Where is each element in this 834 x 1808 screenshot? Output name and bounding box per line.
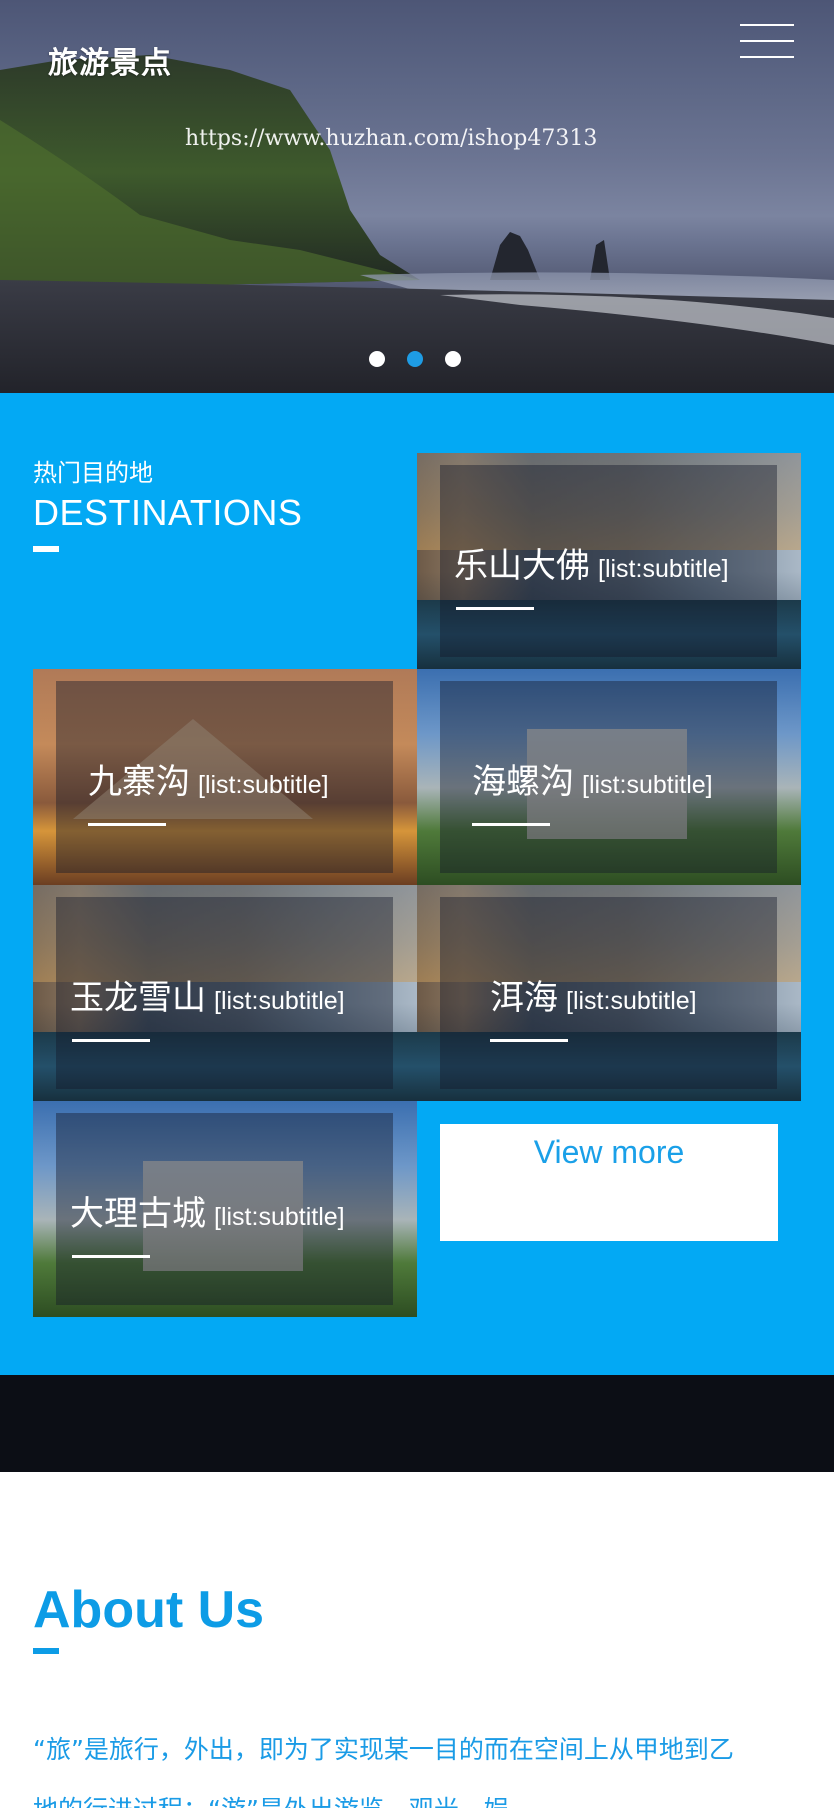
dark-divider-band	[0, 1375, 834, 1472]
carousel-dot-1[interactable]	[369, 351, 385, 367]
destinations-heading: 热门目的地 DESTINATIONS	[33, 453, 302, 552]
card-subtitle: [list:subtitle]	[582, 771, 713, 799]
destinations-title-cn: 热门目的地	[33, 459, 153, 487]
card-title: 大理古城	[70, 1194, 206, 1234]
card-title: 海螺沟	[472, 762, 574, 802]
card-subtitle: [list:subtitle]	[214, 987, 345, 1015]
menu-line	[740, 56, 794, 58]
card-title: 九寨沟	[88, 762, 190, 802]
destination-card[interactable]: 大理古城 [list:subtitle]	[33, 1101, 417, 1317]
carousel-dot-2[interactable]	[407, 351, 423, 367]
view-more-button[interactable]: View more	[440, 1124, 778, 1241]
carousel-dot-3[interactable]	[445, 351, 461, 367]
destination-card[interactable]: 九寨沟 [list:subtitle]	[33, 669, 417, 885]
card-underline	[472, 823, 550, 826]
card-caption: 海螺沟 [list:subtitle]	[472, 754, 713, 803]
card-caption: 大理古城 [list:subtitle]	[70, 1186, 345, 1235]
card-subtitle: [list:subtitle]	[598, 555, 729, 583]
card-underline	[72, 1039, 150, 1042]
card-caption: 九寨沟 [list:subtitle]	[88, 754, 329, 803]
card-subtitle: [list:subtitle]	[566, 987, 697, 1015]
destination-card[interactable]: 海螺沟 [list:subtitle]	[417, 669, 801, 885]
card-underline	[72, 1255, 150, 1258]
card-caption: 玉龙雪山 [list:subtitle]	[70, 970, 345, 1019]
destinations-title-en: DESTINATIONS	[33, 492, 303, 533]
site-logo[interactable]: 旅游景点	[48, 38, 172, 82]
destinations-section: 热门目的地 DESTINATIONS 乐山大佛 [list:subtitle] 九…	[0, 393, 834, 1375]
heading-underline	[33, 546, 59, 552]
card-underline	[490, 1039, 568, 1042]
menu-line	[740, 24, 794, 26]
watermark-text: https://www.huzhan.com/ishop47313	[185, 126, 598, 151]
menu-line	[740, 40, 794, 42]
hero-banner: 旅游景点 https://www.huzhan.com/ishop47313	[0, 0, 834, 393]
card-subtitle: [list:subtitle]	[198, 771, 329, 799]
destination-card[interactable]: 洱海 [list:subtitle]	[417, 885, 801, 1101]
about-title: About Us	[33, 1581, 265, 1639]
carousel-pagination	[369, 351, 461, 367]
card-subtitle: [list:subtitle]	[214, 1203, 345, 1231]
hamburger-menu-icon[interactable]	[740, 22, 796, 62]
card-title: 洱海	[490, 978, 558, 1018]
card-caption: 洱海 [list:subtitle]	[490, 970, 697, 1019]
destination-card[interactable]: 玉龙雪山 [list:subtitle]	[33, 885, 417, 1101]
card-underline	[456, 607, 534, 610]
about-underline	[33, 1648, 59, 1654]
about-section: About Us “旅”是旅行，外出，即为了实现某一目的而在空间上从甲地到乙地的…	[0, 1472, 834, 1808]
card-title: 玉龙雪山	[70, 978, 206, 1018]
destination-card[interactable]: 乐山大佛 [list:subtitle]	[417, 453, 801, 669]
card-title: 乐山大佛	[454, 546, 590, 586]
about-text: “旅”是旅行，外出，即为了实现某一目的而在空间上从甲地到乙地的行进过程；“游”是…	[33, 1735, 734, 1808]
card-caption: 乐山大佛 [list:subtitle]	[454, 538, 729, 587]
card-underline	[88, 823, 166, 826]
